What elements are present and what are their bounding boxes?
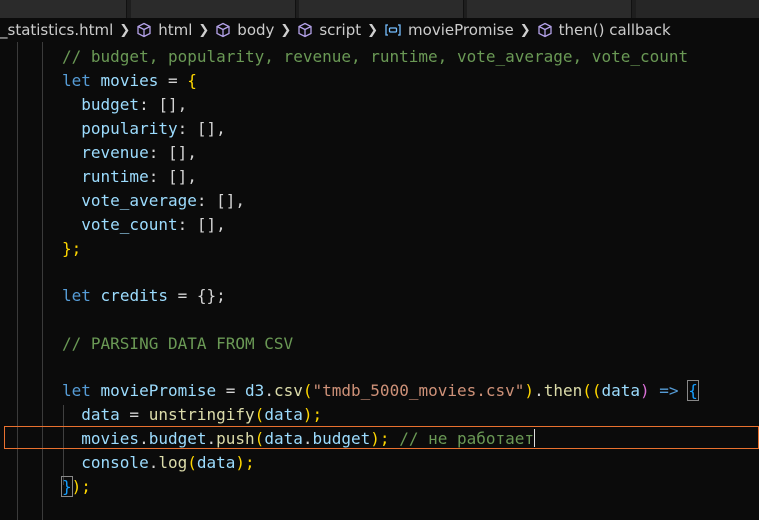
symbol-variable-icon [384, 22, 402, 38]
code-line: runtime: [], [81, 167, 197, 186]
symbol-method-icon [537, 22, 553, 38]
chevron-right-icon: ❯ [198, 22, 210, 38]
editor-tab-strip [0, 0, 759, 18]
breadcrumb-file[interactable]: _statistics.html [0, 21, 113, 39]
code-line: movies.budget.push(data.budget); // не р… [81, 429, 536, 448]
breadcrumb-item-body[interactable]: body [215, 21, 274, 39]
chevron-right-icon: ❯ [519, 22, 531, 38]
code-line: // budget, popularity, revenue, runtime,… [62, 47, 689, 66]
chevron-right-icon: ❯ [280, 22, 292, 38]
symbol-element-icon [215, 22, 231, 38]
breadcrumb-item-html[interactable]: html [136, 21, 192, 39]
breadcrumb: _statistics.html ❯ html ❯ body ❯ script … [0, 18, 759, 42]
chevron-right-icon: ❯ [367, 22, 379, 38]
editor-tab[interactable] [636, 0, 759, 18]
symbol-element-icon [297, 22, 313, 38]
code-line: let movies = { [62, 71, 197, 90]
code-line: budget: [], [81, 95, 188, 114]
chevron-right-icon: ❯ [119, 22, 131, 38]
code-line: revenue: [], [81, 143, 197, 162]
code-line: let moviePromise = d3.csv("tmdb_5000_mov… [62, 380, 699, 401]
editor-tab[interactable] [299, 0, 464, 18]
code-line: let credits = {}; [62, 286, 226, 305]
code-line: }); [61, 476, 91, 497]
symbol-element-icon [136, 22, 152, 38]
code-line: vote_count: [], [81, 215, 226, 234]
editor-tab[interactable] [131, 0, 296, 18]
breadcrumb-item-moviePromise[interactable]: moviePromise [384, 21, 514, 39]
code-line: data = unstringify(data); [81, 405, 323, 424]
code-line: // PARSING DATA FROM CSV [62, 334, 294, 353]
breadcrumb-item-then-callback[interactable]: then() callback [537, 21, 671, 39]
breadcrumb-item-script[interactable]: script [297, 21, 361, 39]
code-line: console.log(data); [81, 453, 255, 472]
code-line: }; [62, 239, 82, 258]
editor-tab[interactable] [467, 0, 632, 18]
text-cursor [534, 429, 536, 447]
code-line: popularity: [], [81, 119, 226, 138]
editor-tab[interactable] [0, 0, 127, 18]
code-line: vote_average: [], [81, 191, 246, 210]
code-editor[interactable]: // budget, popularity, revenue, runtime,… [0, 42, 759, 520]
